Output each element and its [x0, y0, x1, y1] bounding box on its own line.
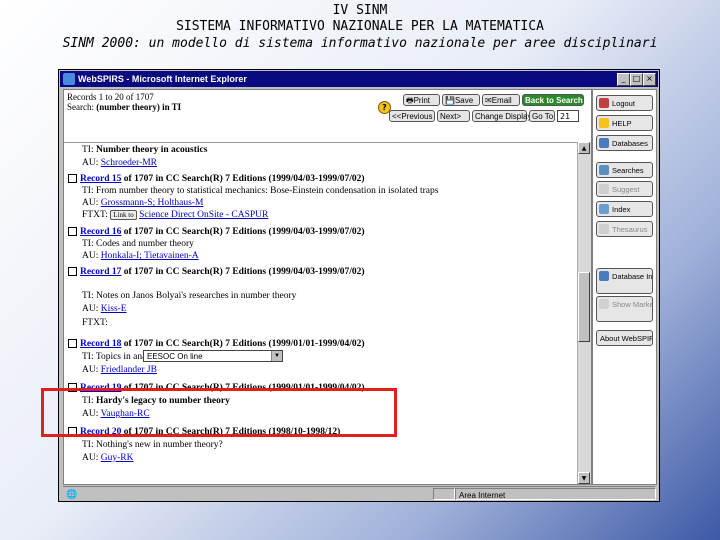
record-ti: TI: Nothing's new in number theory? — [82, 440, 223, 450]
author-link[interactable]: Guy-RK — [101, 453, 134, 463]
search-query: (number theory) in TI — [96, 102, 182, 112]
sidebar: Logout HELP Databases Searches Suggest I… — [592, 89, 657, 485]
author-link[interactable]: Friedlander JB — [101, 365, 157, 375]
record-au: AU: Honkala-I; Tietavainen-A — [82, 251, 199, 261]
record-ftxt: FTXT: — [82, 318, 108, 328]
email-icon: ✉ — [485, 96, 492, 105]
logout-button[interactable]: Logout — [596, 95, 653, 111]
suggest-icon — [599, 184, 609, 194]
thesaurus-button[interactable]: Thesaurus — [596, 221, 653, 237]
searches-icon — [599, 165, 609, 175]
author-link[interactable]: Honkala-I; Tietavainen-A — [101, 251, 199, 261]
status-pane — [433, 488, 455, 500]
author-link[interactable]: Schroeder-MR — [101, 158, 157, 168]
vertical-scrollbar[interactable]: ▲ ▼ — [577, 142, 591, 484]
slide-caption: SINM 2000: un modello di sistema informa… — [62, 36, 658, 51]
window-title: WebSPIRS - Microsoft Internet Explorer — [78, 74, 247, 84]
record-checkbox[interactable] — [68, 174, 77, 184]
info-icon — [599, 271, 609, 281]
author-link[interactable]: Grossmann-S; Holthaus-M — [101, 198, 204, 208]
record-ti: TI: Notes on Janos Bolyai's researches i… — [82, 291, 297, 301]
record-header: Record 16 of 1707 in CC Search(R) 7 Edit… — [68, 227, 365, 238]
show-marked-records-button[interactable]: Show Marked Records — [596, 296, 653, 322]
scroll-down-icon[interactable]: ▼ — [578, 472, 590, 484]
help-button[interactable]: HELP — [596, 115, 653, 131]
page-icon: 🌐 — [66, 489, 78, 499]
email-button[interactable]: ✉Email — [482, 94, 520, 106]
record-au: AU: Schroeder-MR — [82, 158, 158, 168]
record-ftxt: FTXT: Link to Science Direct OnSite - CA… — [82, 210, 269, 220]
scroll-thumb[interactable] — [578, 272, 590, 342]
record-link[interactable]: Record 15 — [80, 174, 121, 184]
searches-button[interactable]: Searches — [596, 162, 653, 178]
record-link[interactable]: Record 16 — [80, 227, 121, 237]
about-button[interactable]: About WebSPIRS — [596, 330, 653, 346]
ie-icon — [63, 73, 75, 85]
record-checkbox[interactable] — [68, 227, 77, 237]
save-button[interactable]: 💾Save — [442, 94, 480, 106]
record-link[interactable]: Record 18 — [80, 339, 121, 349]
records-count: Records 1 to 20 of 1707 — [67, 92, 154, 102]
back-to-search-button[interactable]: Back to Search — [522, 94, 584, 106]
fulltext-link[interactable]: Science Direct OnSite - CASPUR — [139, 210, 268, 220]
help-icon — [599, 118, 609, 128]
go-to-button[interactable]: Go To — [529, 110, 555, 122]
thesaurus-icon — [599, 224, 609, 234]
index-icon — [599, 204, 609, 214]
record-checkbox[interactable] — [68, 339, 77, 349]
record-link[interactable]: Record 17 — [80, 267, 121, 277]
change-display-button[interactable]: Change Display — [472, 110, 531, 122]
status-bar: 🌐 Area Internet — [63, 486, 656, 500]
record-header: Record 15 of 1707 in CC Search(R) 7 Edit… — [68, 174, 365, 185]
record-au: AU: Friedlander JB — [82, 365, 157, 375]
slide-title: IV SINM — [332, 3, 388, 18]
record-au: AU: Grossmann-S; Holthaus-M — [82, 198, 204, 208]
minimize-button[interactable]: _ — [617, 73, 630, 86]
record-ti: TI: Number theory in acoustics — [82, 145, 208, 155]
record-ti: TI: Codes and number theory — [82, 239, 194, 249]
close-button[interactable]: × — [643, 73, 656, 86]
link-to-button[interactable]: Link to — [110, 210, 137, 220]
database-information-button[interactable]: Database Information — [596, 268, 653, 294]
next-button[interactable]: Next> — [437, 110, 470, 122]
index-button[interactable]: Index — [596, 201, 653, 217]
browser-window: WebSPIRS - Microsoft Internet Explorer _… — [58, 69, 660, 502]
scroll-up-icon[interactable]: ▲ — [578, 142, 590, 154]
record-checkbox[interactable] — [68, 267, 77, 277]
record-header: Record 18 of 1707 in CC Search(R) 7 Edit… — [68, 339, 365, 350]
record-au: AU: Kiss-E — [82, 304, 127, 314]
save-icon: 💾 — [445, 96, 455, 105]
record-ti: TI: From number theory to statistical me… — [82, 186, 439, 196]
databases-button[interactable]: Databases — [596, 135, 653, 151]
database-icon — [599, 138, 609, 148]
slide-header: IV SINM SISTEMA INFORMATIVO NAZIONALE PE… — [0, 3, 720, 52]
chevron-down-icon[interactable]: ▼ — [271, 351, 282, 361]
record-au: AU: Guy-RK — [82, 453, 134, 463]
slide-subtitle: SISTEMA INFORMATIVO NAZIONALE PER LA MAT… — [176, 19, 544, 34]
highlight-box — [41, 388, 397, 437]
maximize-button[interactable]: □ — [630, 73, 643, 86]
print-button[interactable]: 🖶Print — [403, 94, 440, 106]
internet-zone: Area Internet — [459, 491, 506, 500]
goto-record-input[interactable]: 21 — [557, 110, 579, 122]
window-titlebar: WebSPIRS - Microsoft Internet Explorer _… — [60, 71, 658, 87]
author-link[interactable]: Kiss-E — [101, 304, 127, 314]
print-icon: 🖶 — [406, 96, 414, 105]
previous-button[interactable]: <<Previous — [389, 110, 435, 122]
logout-icon — [599, 98, 609, 108]
suggest-button[interactable]: Suggest — [596, 181, 653, 197]
checkmark-icon — [599, 299, 609, 309]
fulltext-select[interactable]: EESOC On line ▼ — [143, 350, 283, 362]
zone-pane: Area Internet — [455, 488, 656, 500]
search-label: Search: — [67, 102, 97, 112]
record-header: Record 17 of 1707 in CC Search(R) 7 Edit… — [68, 267, 365, 278]
search-line: Search: (number theory) in TI — [67, 102, 181, 112]
